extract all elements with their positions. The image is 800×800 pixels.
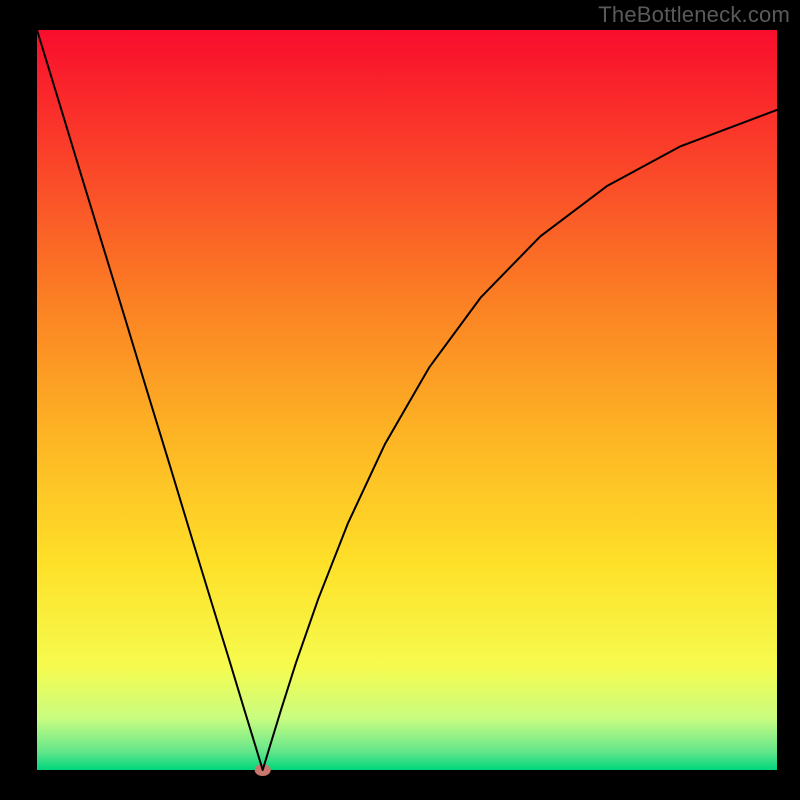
watermark-text: TheBottleneck.com [598,2,790,28]
bottleneck-chart [0,0,800,800]
plot-background [37,30,777,770]
chart-frame: TheBottleneck.com [0,0,800,800]
